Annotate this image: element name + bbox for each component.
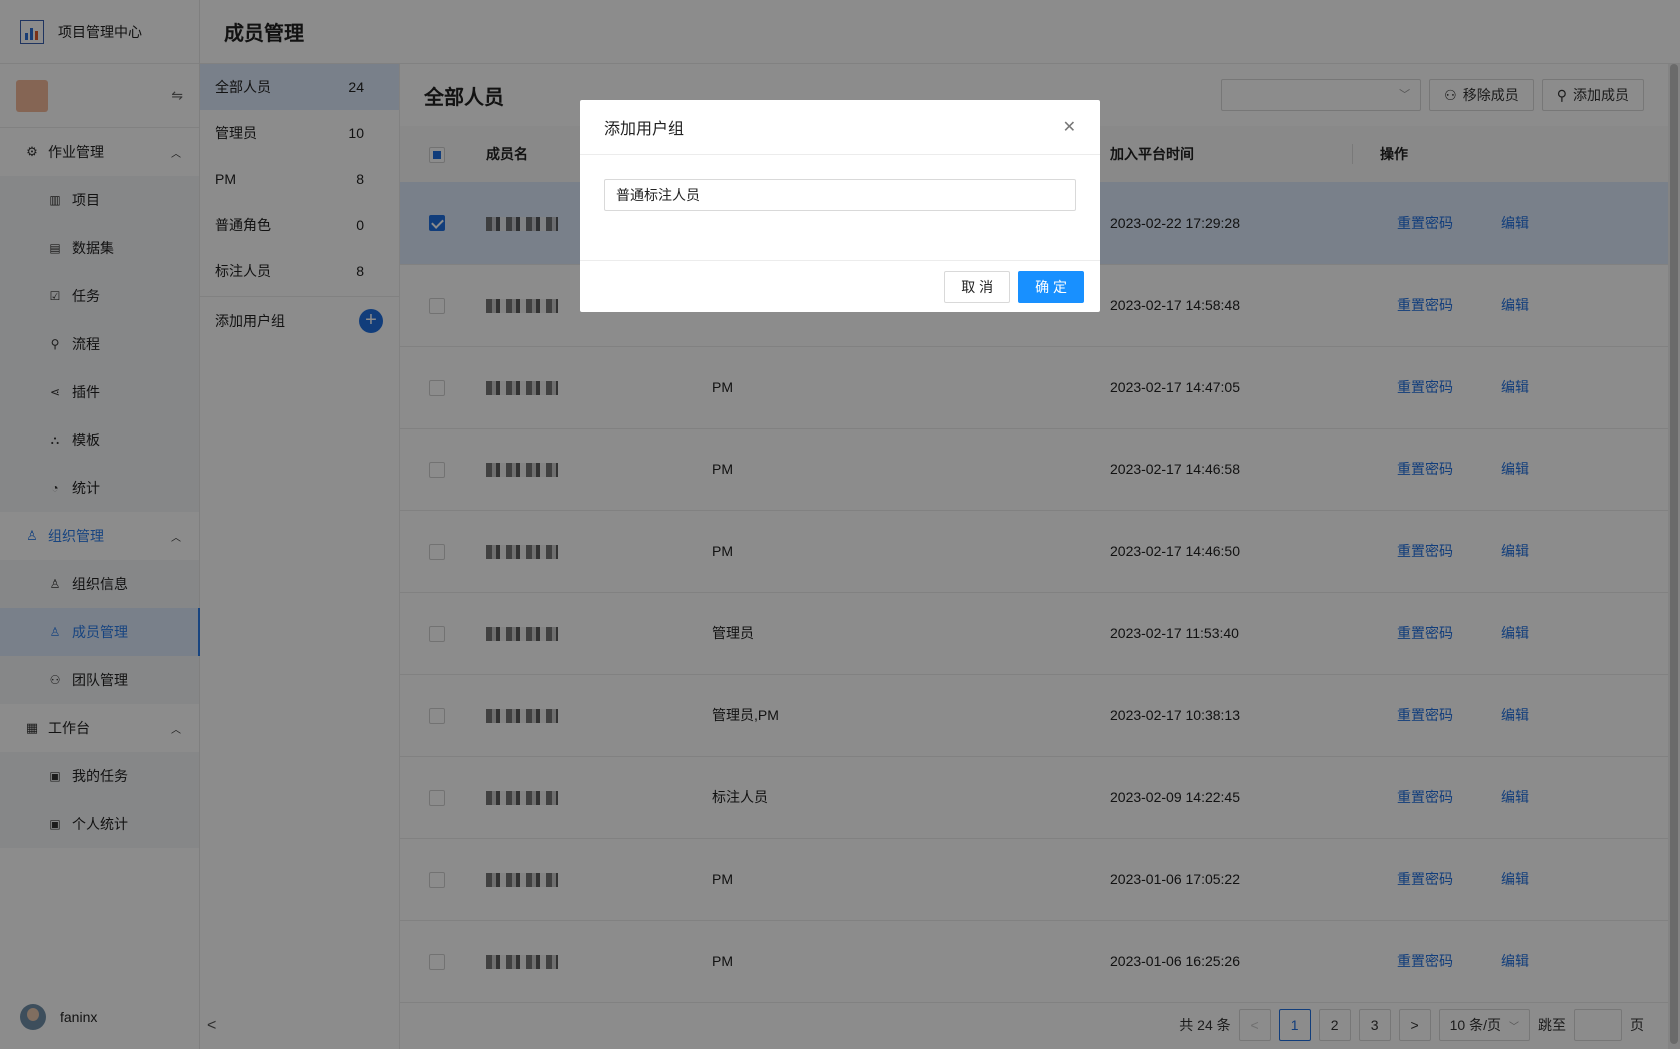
close-icon[interactable]: ✕ [1063, 117, 1076, 137]
dialog-title: 添加用户组 [604, 121, 685, 138]
add-user-group-dialog: 添加用户组 ✕ 取 消 确 定 [580, 100, 1100, 312]
confirm-button[interactable]: 确 定 [1018, 270, 1084, 303]
group-name-input[interactable] [604, 179, 1076, 211]
cancel-button[interactable]: 取 消 [944, 270, 1011, 303]
